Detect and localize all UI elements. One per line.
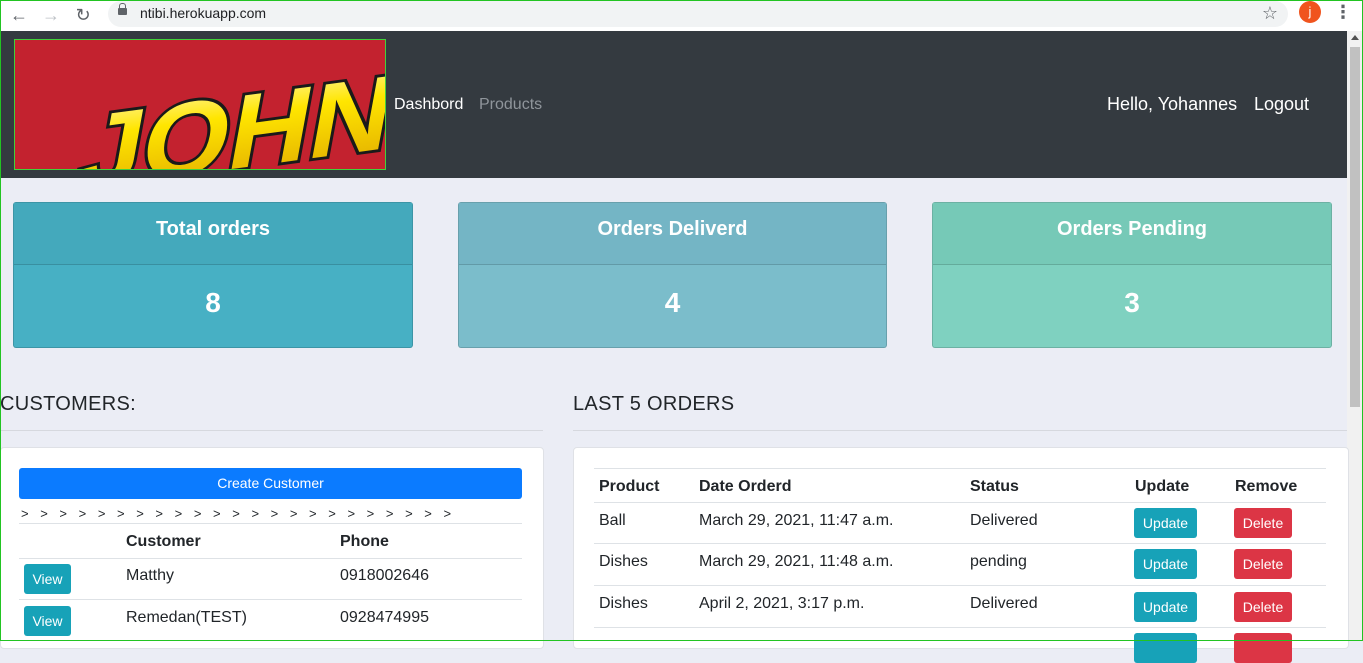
update-order-button[interactable] <box>1134 633 1197 663</box>
table-row: Ball March 29, 2021, 11:47 a.m. Delivere… <box>594 502 1326 544</box>
customer-name: Remedan(TEST) <box>126 609 247 626</box>
nav-products-link[interactable]: Products <box>479 96 542 114</box>
stat-card-value: 8 <box>205 287 221 318</box>
orders-panel: Product Date Orderd Status Update Remove… <box>573 447 1349 663</box>
address-bar[interactable]: ntibi.herokuapp.com ☆ <box>108 1 1288 27</box>
brand-logo[interactable]: JOHNNY <box>14 39 386 170</box>
column-header-phone: Phone <box>340 533 389 550</box>
url-text: ntibi.herokuapp.com <box>140 5 267 21</box>
table-row <box>594 627 1326 663</box>
scroll-thumb[interactable] <box>1350 47 1360 407</box>
table-row: Dishes March 29, 2021, 11:48 a.m. pendin… <box>594 543 1326 585</box>
order-date: April 2, 2021, 3:17 p.m. <box>699 595 865 612</box>
order-product: Dishes <box>599 553 648 570</box>
profile-avatar[interactable]: j <box>1299 1 1321 23</box>
stat-card-orders-delivered: Orders Deliverd 4 <box>458 202 887 348</box>
stat-card-orders-pending: Orders Pending 3 <box>932 202 1332 348</box>
column-header-remove: Remove <box>1235 478 1298 495</box>
stat-card-title: Total orders <box>14 203 412 265</box>
delete-order-button[interactable] <box>1234 633 1292 663</box>
browser-menu-icon[interactable]: ⋮ <box>1334 2 1352 23</box>
reload-icon[interactable]: ↻ <box>72 4 94 26</box>
customers-table-header: Customer Phone <box>19 523 522 558</box>
order-date: March 29, 2021, 11:48 a.m. <box>699 553 894 570</box>
orders-table-header: Product Date Orderd Status Update Remove <box>594 468 1326 503</box>
forward-arrow-icon[interactable]: → <box>40 4 62 26</box>
stat-card-value: 3 <box>1124 287 1140 318</box>
column-header-update: Update <box>1135 478 1190 495</box>
logout-link[interactable]: Logout <box>1254 94 1309 115</box>
column-header-date: Date Orderd <box>699 478 792 495</box>
stat-card-title: Orders Pending <box>933 203 1331 265</box>
create-customer-button[interactable]: Create Customer <box>19 468 522 499</box>
delete-order-button[interactable]: Delete <box>1234 592 1292 622</box>
order-product: Ball <box>599 512 626 529</box>
app-navbar: JOHNNY Dashbord Products Hello, Yohannes… <box>1 31 1347 178</box>
nav-dashboard-link[interactable]: Dashbord <box>394 96 463 114</box>
scroll-up-arrow-icon[interactable] <box>1351 35 1359 40</box>
back-arrow-icon[interactable]: ← <box>8 4 30 26</box>
browser-toolbar: ← → ↻ ntibi.herokuapp.com ☆ j ⋮ <box>0 0 1363 32</box>
view-customer-button[interactable]: View <box>24 606 71 636</box>
customers-heading: CUSTOMERS: <box>0 393 136 415</box>
stat-card-title: Orders Deliverd <box>459 203 886 265</box>
order-status: Delivered <box>970 595 1038 612</box>
update-order-button[interactable]: Update <box>1134 508 1197 538</box>
customer-phone: 0928474995 <box>340 609 429 626</box>
logo-graphic: JOHNNY <box>15 40 385 169</box>
page-scrollbar[interactable] <box>1347 31 1363 641</box>
stat-card-total-orders: Total orders 8 <box>13 202 413 348</box>
order-status: Delivered <box>970 512 1038 529</box>
order-product: Dishes <box>599 595 648 612</box>
delete-order-button[interactable]: Delete <box>1234 508 1292 538</box>
view-customer-button[interactable]: View <box>24 564 71 594</box>
table-row: View Remedan(TEST) 0928474995 <box>19 599 522 641</box>
customers-divider <box>0 430 543 431</box>
bookmark-star-icon[interactable]: ☆ <box>1262 3 1278 24</box>
table-row: View Matthy 0918002646 <box>19 558 522 600</box>
column-header-status: Status <box>970 478 1019 495</box>
column-header-customer: Customer <box>126 533 201 550</box>
user-greeting: Hello, Yohannes <box>1107 94 1238 114</box>
order-status: pending <box>970 553 1027 570</box>
table-row: Dishes April 2, 2021, 3:17 p.m. Delivere… <box>594 585 1326 627</box>
pagination-arrows: > > > > > > > > > > > > > > > > > > > > … <box>21 506 456 521</box>
column-header-product: Product <box>599 478 660 495</box>
customer-name: Matthy <box>126 567 175 584</box>
update-order-button[interactable]: Update <box>1134 592 1197 622</box>
update-order-button[interactable]: Update <box>1134 549 1197 579</box>
customer-phone: 0918002646 <box>340 567 429 584</box>
lock-icon <box>118 3 127 15</box>
order-date: March 29, 2021, 11:47 a.m. <box>699 512 894 529</box>
orders-heading: LAST 5 ORDERS <box>573 393 735 415</box>
orders-divider <box>573 430 1347 431</box>
delete-order-button[interactable]: Delete <box>1234 549 1292 579</box>
stat-card-value: 4 <box>664 287 681 318</box>
customers-panel: Create Customer > > > > > > > > > > > > … <box>0 447 544 649</box>
